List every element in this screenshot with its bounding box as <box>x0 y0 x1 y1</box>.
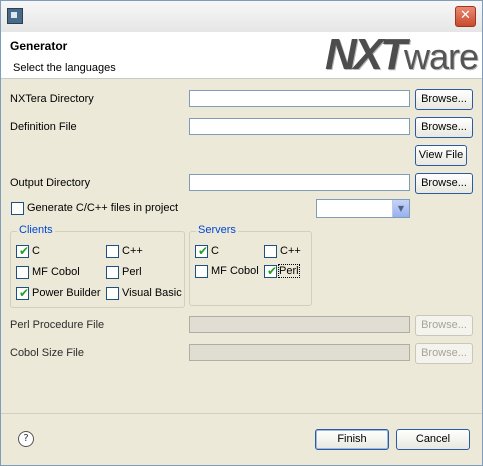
server-perl-label: Perl <box>278 264 300 278</box>
server-c-checkbox[interactable]: ✔ <box>195 244 209 258</box>
generator-dialog: ✕ Generator Select the languages NXTware… <box>0 0 483 466</box>
client-perl-label: Perl <box>122 266 142 278</box>
header-banner: Generator Select the languages NXTware <box>1 32 482 79</box>
client-mfcobol-checkbox[interactable] <box>16 266 29 279</box>
check-icon: ✔ <box>198 244 209 258</box>
generate-in-project-checkbox[interactable] <box>11 202 24 215</box>
definition-file-input[interactable] <box>189 118 410 135</box>
client-c-label: C <box>32 245 40 257</box>
check-icon: ✔ <box>267 264 278 278</box>
nxtware-logo: NXTware <box>324 30 479 79</box>
perl-procedure-browse-button[interactable]: Browse... <box>415 315 473 336</box>
view-file-button[interactable]: View File <box>415 145 467 166</box>
definition-browse-button[interactable]: Browse... <box>415 117 473 138</box>
check-icon: ✔ <box>19 244 30 258</box>
close-button[interactable]: ✕ <box>455 6 476 27</box>
client-mfcobol-label: MF Cobol <box>32 266 80 278</box>
server-c-label: C <box>211 245 219 257</box>
project-select[interactable]: ▼ <box>316 199 410 218</box>
clients-group-title: Clients <box>17 224 55 236</box>
cobol-size-file-label: Cobol Size File <box>10 347 84 359</box>
server-mfcobol-label: MF Cobol <box>211 265 259 277</box>
nxtera-browse-button[interactable]: Browse... <box>415 89 473 110</box>
page-title: Generator <box>10 39 68 53</box>
output-directory-input[interactable] <box>189 174 410 191</box>
client-visualbasic-checkbox[interactable] <box>106 287 119 300</box>
client-powerbuilder-checkbox[interactable]: ✔ <box>16 286 30 300</box>
cobol-size-file-input[interactable] <box>189 344 410 361</box>
servers-group-title: Servers <box>196 224 238 236</box>
clients-group: Clients ✔ C C++ MF Cobol Perl ✔ Power Bu… <box>10 224 185 308</box>
title-bar: ✕ <box>1 1 482 33</box>
cancel-button[interactable]: Cancel <box>396 429 470 450</box>
nxtera-directory-label: NXTera Directory <box>10 93 94 105</box>
chevron-down-icon[interactable]: ▼ <box>392 200 409 217</box>
client-powerbuilder-label: Power Builder <box>32 287 101 299</box>
footer-separator <box>1 413 482 414</box>
client-perl-checkbox[interactable] <box>106 266 119 279</box>
server-cpp-checkbox[interactable] <box>264 245 277 258</box>
app-icon <box>7 8 23 24</box>
client-c-checkbox[interactable]: ✔ <box>16 244 30 258</box>
definition-file-label: Definition File <box>10 121 77 133</box>
nxtera-directory-input[interactable] <box>189 90 410 107</box>
client-visualbasic-label: Visual Basic <box>122 287 182 299</box>
finish-button[interactable]: Finish <box>315 429 389 450</box>
check-icon: ✔ <box>19 286 30 300</box>
output-browse-button[interactable]: Browse... <box>415 173 473 194</box>
server-perl-checkbox[interactable]: ✔ <box>264 264 278 278</box>
client-cpp-label: C++ <box>122 245 143 257</box>
help-icon[interactable]: ? <box>18 431 34 447</box>
perl-procedure-file-label: Perl Procedure File <box>10 319 105 331</box>
servers-group: Servers ✔ C C++ MF Cobol ✔ Perl <box>189 224 312 306</box>
client-cpp-checkbox[interactable] <box>106 245 119 258</box>
generate-in-project-label: Generate C/C++ files in project <box>27 202 179 214</box>
output-directory-label: Output Directory <box>10 177 91 189</box>
server-cpp-label: C++ <box>280 245 301 257</box>
perl-procedure-file-input[interactable] <box>189 316 410 333</box>
page-subtitle: Select the languages <box>13 62 116 74</box>
cobol-size-browse-button[interactable]: Browse... <box>415 343 473 364</box>
server-mfcobol-checkbox[interactable] <box>195 265 208 278</box>
